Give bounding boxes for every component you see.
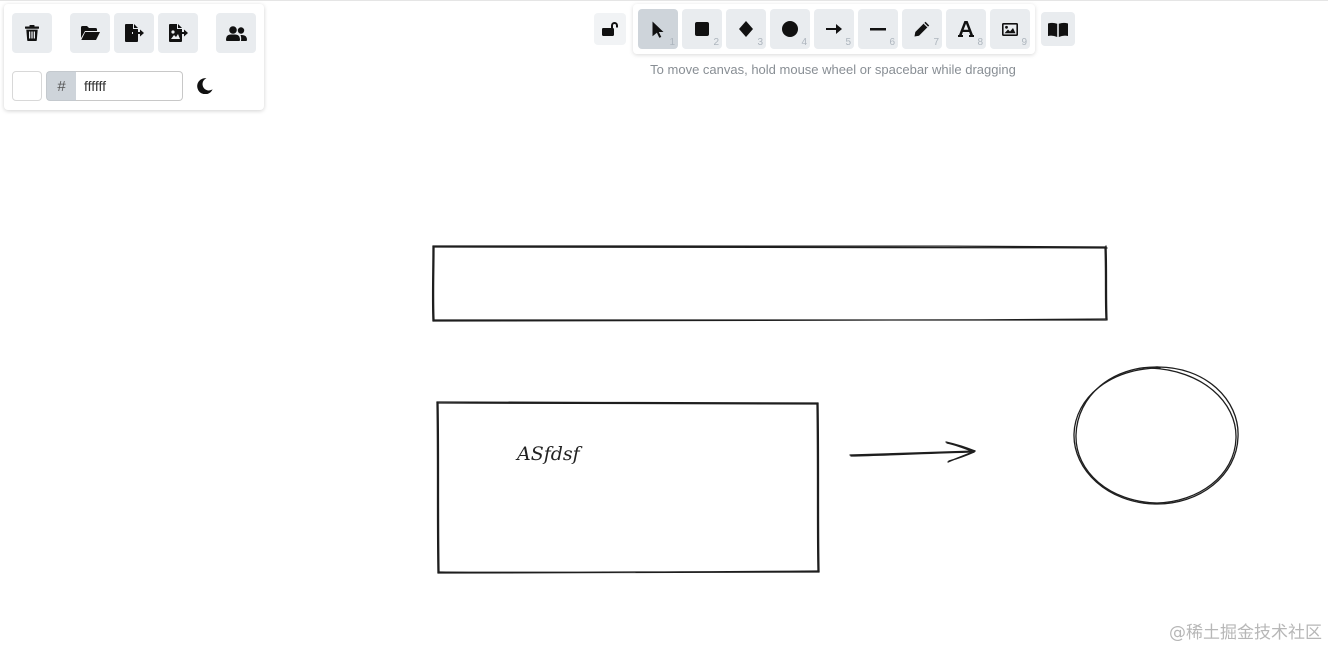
- image-icon: [1002, 22, 1018, 36]
- unlock-icon: [602, 22, 618, 36]
- wide-rectangle-shape[interactable]: [431, 245, 1108, 322]
- tool-selection[interactable]: 1: [638, 9, 678, 49]
- background-color-swatch[interactable]: [12, 71, 42, 101]
- hash-label: #: [46, 71, 76, 101]
- tool-key: 7: [933, 37, 939, 48]
- tool-image[interactable]: 9: [990, 9, 1030, 49]
- tool-key: 3: [757, 37, 763, 48]
- canvas-hint-text: To move canvas, hold mouse wheel or spac…: [650, 62, 1016, 77]
- open-button[interactable]: [70, 13, 110, 53]
- tool-key: 1: [669, 37, 675, 48]
- trash-icon: [25, 25, 39, 41]
- main-menu-panel: #: [4, 4, 264, 110]
- watermark-text: @稀土掘金技术社区: [1169, 623, 1322, 643]
- ellipse-shape[interactable]: [1073, 366, 1239, 505]
- tool-rectangle[interactable]: 2: [682, 9, 722, 49]
- tool-arrow[interactable]: 5: [814, 9, 854, 49]
- tool-diamond[interactable]: 3: [726, 9, 766, 49]
- users-icon: [225, 25, 247, 41]
- library-button[interactable]: [1041, 12, 1075, 46]
- tool-key: 8: [977, 37, 983, 48]
- tool-key: 6: [889, 37, 895, 48]
- background-color-input[interactable]: [76, 71, 183, 101]
- shapes-toolbar: 1 2 3 4 5 6 7 8 9: [633, 4, 1035, 54]
- moon-icon: [197, 78, 213, 94]
- save-button[interactable]: [114, 13, 154, 53]
- clear-canvas-button[interactable]: [12, 13, 52, 53]
- arrow-right-icon: [826, 24, 842, 34]
- text-icon: [958, 21, 974, 37]
- file-export-icon: [124, 24, 144, 42]
- lock-button[interactable]: [594, 13, 626, 45]
- square-icon: [695, 22, 709, 36]
- tool-key: 9: [1021, 37, 1027, 48]
- tool-ellipse[interactable]: 4: [770, 9, 810, 49]
- line-icon: [870, 27, 886, 30]
- pencil-icon: [914, 21, 930, 37]
- book-open-icon: [1048, 22, 1068, 37]
- tool-draw[interactable]: 7: [902, 9, 942, 49]
- canvas-text-element[interactable]: ASfdsf: [515, 443, 583, 465]
- arrow-shape[interactable]: [849, 441, 976, 463]
- theme-toggle-button[interactable]: [194, 75, 216, 97]
- collaboration-button[interactable]: [216, 13, 256, 53]
- tool-key: 4: [801, 37, 807, 48]
- tool-text[interactable]: 8: [946, 9, 986, 49]
- tool-key: 2: [713, 37, 719, 48]
- diamond-icon: [739, 21, 753, 37]
- export-button[interactable]: [158, 13, 198, 53]
- box-rectangle-shape[interactable]: [436, 401, 820, 574]
- tool-key: 5: [845, 37, 851, 48]
- circle-icon: [782, 21, 798, 37]
- folder-open-icon: [80, 26, 100, 40]
- tool-line[interactable]: 6: [858, 9, 898, 49]
- cursor-icon: [652, 21, 664, 38]
- file-image-export-icon: [168, 24, 188, 42]
